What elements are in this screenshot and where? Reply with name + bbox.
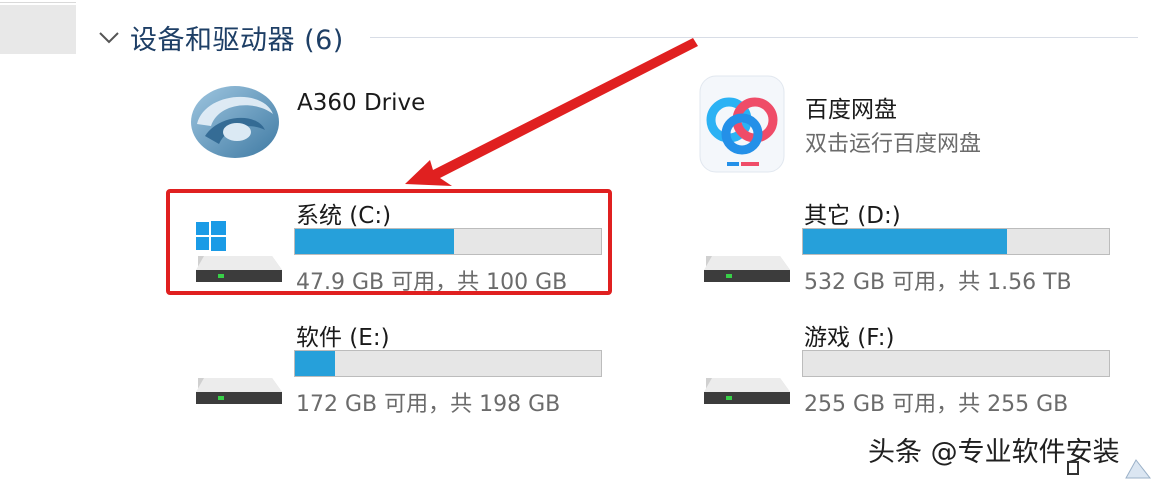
logo-icon xyxy=(1067,459,1152,479)
annotation-arrow-icon xyxy=(405,38,698,186)
